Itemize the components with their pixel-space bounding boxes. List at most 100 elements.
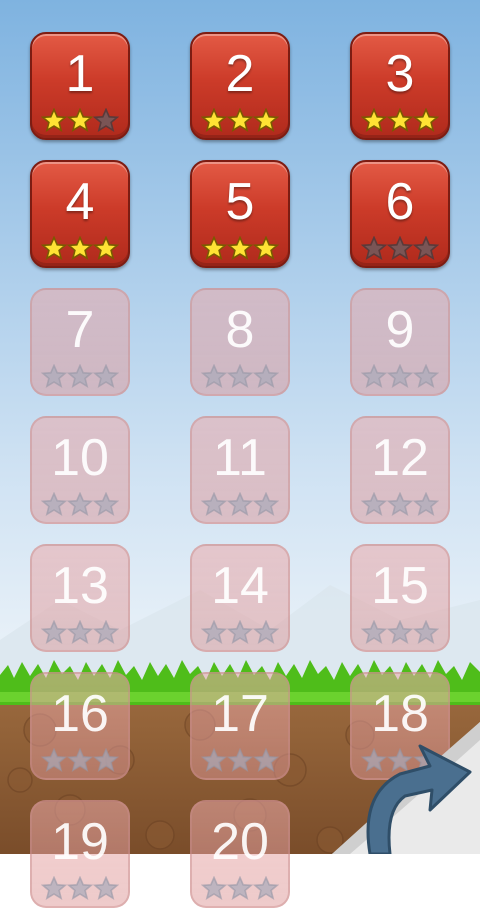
star-empty-icon bbox=[201, 620, 227, 644]
star-filled-icon bbox=[93, 236, 119, 260]
level-stars bbox=[192, 492, 288, 516]
star-empty-icon bbox=[387, 620, 413, 644]
level-stars bbox=[192, 620, 288, 644]
level-button-3[interactable]: 3 bbox=[350, 32, 450, 140]
level-stars bbox=[32, 236, 128, 260]
level-number: 8 bbox=[225, 301, 255, 359]
star-empty-icon bbox=[413, 364, 439, 388]
star-empty-icon bbox=[387, 236, 413, 260]
star-empty-icon bbox=[227, 364, 253, 388]
level-button-6[interactable]: 6 bbox=[350, 160, 450, 268]
level-button-4[interactable]: 4 bbox=[30, 160, 130, 268]
level-stars bbox=[192, 748, 288, 772]
star-filled-icon bbox=[361, 108, 387, 132]
star-empty-icon bbox=[227, 492, 253, 516]
level-stars bbox=[32, 748, 128, 772]
star-filled-icon bbox=[253, 236, 279, 260]
level-stars bbox=[352, 492, 448, 516]
star-filled-icon bbox=[227, 236, 253, 260]
star-empty-icon bbox=[93, 108, 119, 132]
level-number: 20 bbox=[211, 813, 269, 871]
level-stars bbox=[32, 108, 128, 132]
level-number: 10 bbox=[51, 429, 109, 487]
level-number: 15 bbox=[371, 557, 429, 615]
level-stars bbox=[32, 620, 128, 644]
star-filled-icon bbox=[41, 108, 67, 132]
level-button-13[interactable]: 13 bbox=[30, 544, 130, 652]
star-empty-icon bbox=[227, 876, 253, 900]
star-empty-icon bbox=[41, 364, 67, 388]
level-button-1[interactable]: 1 bbox=[30, 32, 130, 140]
level-number: 12 bbox=[371, 429, 429, 487]
star-empty-icon bbox=[361, 620, 387, 644]
level-number: 9 bbox=[385, 301, 415, 359]
star-empty-icon bbox=[67, 492, 93, 516]
star-empty-icon bbox=[201, 492, 227, 516]
level-button-15[interactable]: 15 bbox=[350, 544, 450, 652]
star-empty-icon bbox=[387, 492, 413, 516]
level-number: 16 bbox=[51, 685, 109, 743]
star-empty-icon bbox=[253, 364, 279, 388]
star-filled-icon bbox=[227, 108, 253, 132]
level-number: 2 bbox=[225, 45, 255, 103]
star-empty-icon bbox=[413, 236, 439, 260]
level-button-7[interactable]: 7 bbox=[30, 288, 130, 396]
level-stars bbox=[352, 108, 448, 132]
level-stars bbox=[32, 492, 128, 516]
star-empty-icon bbox=[253, 620, 279, 644]
level-button-20[interactable]: 20 bbox=[190, 800, 290, 908]
star-filled-icon bbox=[253, 108, 279, 132]
level-stars bbox=[192, 108, 288, 132]
level-button-2[interactable]: 2 bbox=[190, 32, 290, 140]
star-empty-icon bbox=[67, 876, 93, 900]
star-empty-icon bbox=[253, 492, 279, 516]
star-empty-icon bbox=[93, 492, 119, 516]
star-empty-icon bbox=[253, 876, 279, 900]
star-filled-icon bbox=[201, 108, 227, 132]
level-stars bbox=[192, 364, 288, 388]
level-button-11[interactable]: 11 bbox=[190, 416, 290, 524]
star-empty-icon bbox=[387, 364, 413, 388]
level-number: 11 bbox=[213, 429, 267, 487]
star-empty-icon bbox=[41, 492, 67, 516]
level-number: 6 bbox=[385, 173, 415, 231]
star-empty-icon bbox=[41, 748, 67, 772]
level-number: 19 bbox=[51, 813, 109, 871]
level-stars bbox=[32, 364, 128, 388]
level-number: 14 bbox=[211, 557, 269, 615]
level-stars bbox=[192, 236, 288, 260]
star-filled-icon bbox=[41, 236, 67, 260]
star-filled-icon bbox=[201, 236, 227, 260]
level-button-19[interactable]: 19 bbox=[30, 800, 130, 908]
star-empty-icon bbox=[201, 364, 227, 388]
level-stars bbox=[352, 364, 448, 388]
star-empty-icon bbox=[201, 748, 227, 772]
level-button-14[interactable]: 14 bbox=[190, 544, 290, 652]
star-empty-icon bbox=[41, 620, 67, 644]
level-button-9[interactable]: 9 bbox=[350, 288, 450, 396]
star-empty-icon bbox=[67, 620, 93, 644]
level-button-17[interactable]: 17 bbox=[190, 672, 290, 780]
star-empty-icon bbox=[67, 364, 93, 388]
level-button-12[interactable]: 12 bbox=[350, 416, 450, 524]
level-button-8[interactable]: 8 bbox=[190, 288, 290, 396]
star-empty-icon bbox=[413, 620, 439, 644]
level-stars bbox=[352, 236, 448, 260]
level-number: 1 bbox=[65, 45, 95, 103]
level-button-16[interactable]: 16 bbox=[30, 672, 130, 780]
star-empty-icon bbox=[93, 748, 119, 772]
star-empty-icon bbox=[413, 492, 439, 516]
star-empty-icon bbox=[41, 876, 67, 900]
star-empty-icon bbox=[227, 748, 253, 772]
level-stars bbox=[352, 620, 448, 644]
level-number: 4 bbox=[65, 173, 95, 231]
star-empty-icon bbox=[227, 620, 253, 644]
level-button-5[interactable]: 5 bbox=[190, 160, 290, 268]
next-page-button[interactable] bbox=[280, 654, 480, 854]
star-filled-icon bbox=[413, 108, 439, 132]
star-empty-icon bbox=[93, 620, 119, 644]
level-button-10[interactable]: 10 bbox=[30, 416, 130, 524]
star-empty-icon bbox=[361, 236, 387, 260]
level-stars bbox=[32, 876, 128, 900]
level-number: 13 bbox=[51, 557, 109, 615]
